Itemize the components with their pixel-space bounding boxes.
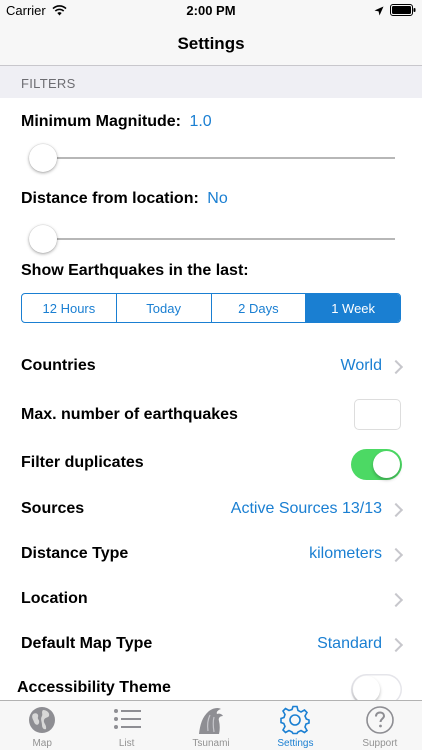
filter-duplicates-label: Filter duplicates [21, 454, 144, 471]
slider-thumb[interactable] [29, 225, 57, 253]
distance-row: Distance from location: No [21, 190, 228, 208]
tab-label: Map [32, 738, 52, 749]
tab-label: Tsunami [192, 738, 230, 749]
toggle-thumb [353, 676, 380, 700]
toggle-thumb [373, 451, 400, 478]
countries-label[interactable]: Countries [21, 357, 96, 375]
list-icon [113, 709, 141, 729]
gear-icon [280, 705, 311, 735]
min-magnitude-row: Minimum Magnitude: 1.0 [21, 113, 212, 131]
min-magnitude-label: Minimum Magnitude: [21, 113, 181, 130]
status-bar: Carrier 2:00 PM [0, 0, 422, 22]
distance-value: No [207, 190, 228, 207]
status-right [374, 4, 416, 19]
time-range-segmented-control[interactable]: 12 Hours Today 2 Days 1 Week [21, 293, 401, 323]
settings-list[interactable]: Minimum Magnitude: 1.0 Distance from loc… [0, 98, 422, 700]
battery-icon [390, 4, 416, 19]
slider-track [29, 157, 395, 159]
tab-label: Settings [277, 738, 314, 749]
default-map-type-value[interactable]: Standard [317, 635, 382, 653]
section-header-filters: FILTERS [21, 76, 76, 91]
filter-duplicates-toggle[interactable] [351, 449, 402, 480]
tsunami-wave-icon [199, 707, 224, 734]
min-magnitude-value: 1.0 [189, 113, 212, 130]
default-map-type-label[interactable]: Default Map Type [21, 635, 152, 653]
page-title: Settings [177, 34, 245, 53]
tab-settings[interactable]: Settings [253, 701, 337, 750]
location-arrow-icon [374, 4, 384, 19]
countries-value[interactable]: World [341, 357, 383, 375]
help-icon [366, 706, 394, 734]
max-earthquakes-input[interactable] [354, 399, 401, 430]
chevron-right-icon [388, 502, 404, 518]
tab-label: Support [362, 738, 398, 749]
navigation-bar: Settings [0, 22, 422, 66]
segment-1-week[interactable]: 1 Week [306, 294, 400, 322]
tab-bar: Map List Tsunami Settings Support [0, 700, 422, 750]
segment-2-days[interactable]: 2 Days [212, 294, 307, 322]
distance-label: Distance from location: [21, 190, 199, 207]
segment-12-hours[interactable]: 12 Hours [22, 294, 117, 322]
sources-value[interactable]: Active Sources 13/13 [231, 500, 382, 518]
chevron-right-icon [388, 359, 404, 375]
distance-type-value[interactable]: kilometers [309, 545, 382, 563]
segment-today[interactable]: Today [117, 294, 212, 322]
accessibility-theme-label: Accessibility Theme [17, 679, 171, 696]
tab-tsunami[interactable]: Tsunami [169, 701, 253, 750]
chevron-right-icon [388, 637, 404, 653]
sources-label[interactable]: Sources [21, 500, 84, 518]
distance-type-label[interactable]: Distance Type [21, 545, 128, 563]
slider-track [29, 238, 395, 240]
show-last-label: Show Earthquakes in the last: [21, 262, 249, 279]
distance-slider[interactable] [29, 225, 395, 253]
tab-list[interactable]: List [84, 701, 168, 750]
clock: 2:00 PM [186, 3, 236, 18]
max-earthquakes-label: Max. number of earthquakes [21, 406, 238, 423]
min-magnitude-slider[interactable] [29, 144, 395, 172]
chevron-right-icon [388, 592, 404, 608]
tab-map[interactable]: Map [0, 701, 84, 750]
tab-support[interactable]: Support [338, 701, 422, 750]
location-label[interactable]: Location [21, 590, 88, 608]
accessibility-theme-toggle[interactable] [351, 674, 402, 700]
slider-thumb[interactable] [29, 144, 57, 172]
globe-icon [29, 707, 56, 733]
tab-label: List [118, 738, 135, 749]
chevron-right-icon [388, 547, 404, 563]
